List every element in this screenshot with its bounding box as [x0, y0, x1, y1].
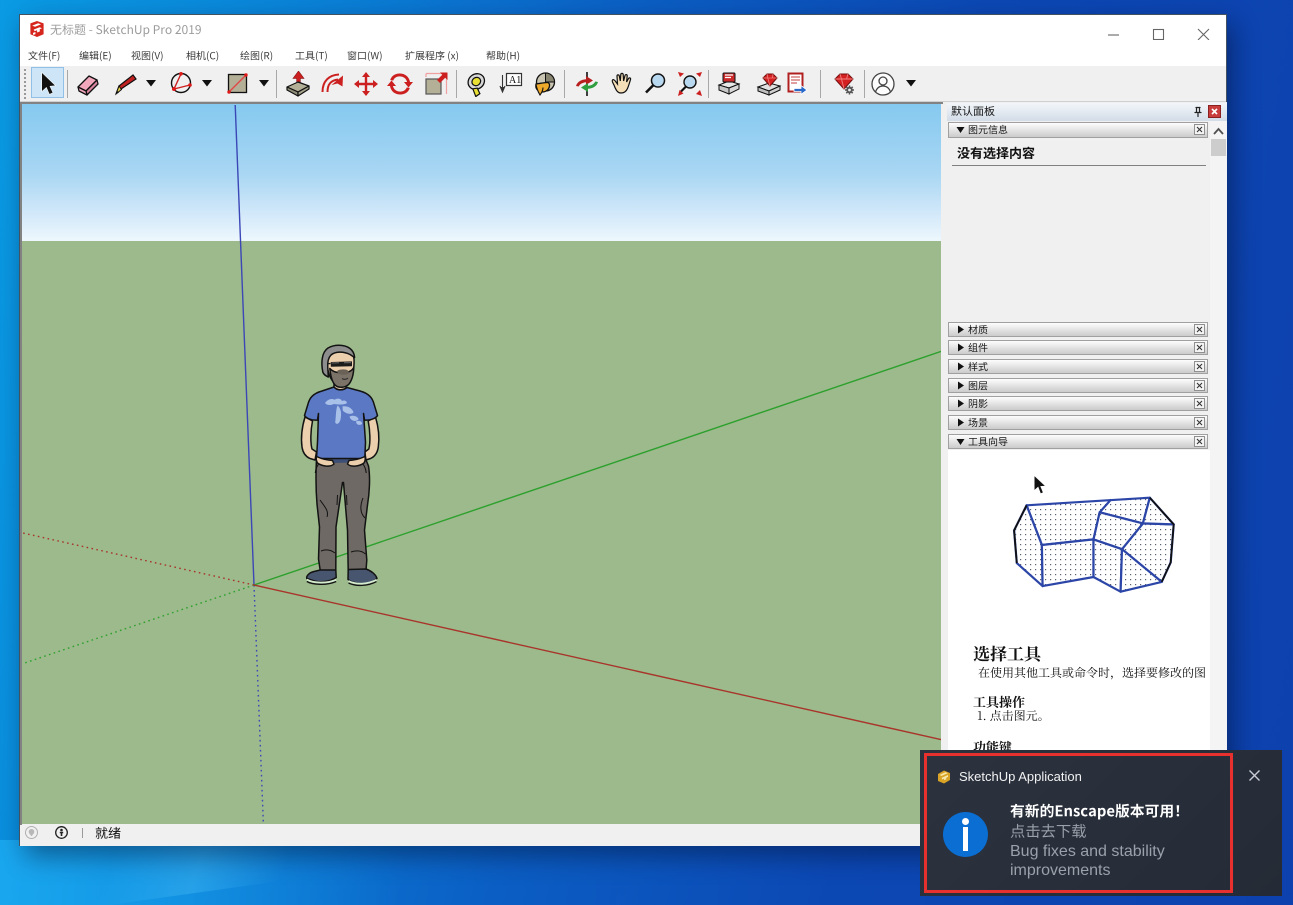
svg-text:A1: A1 — [509, 75, 521, 86]
